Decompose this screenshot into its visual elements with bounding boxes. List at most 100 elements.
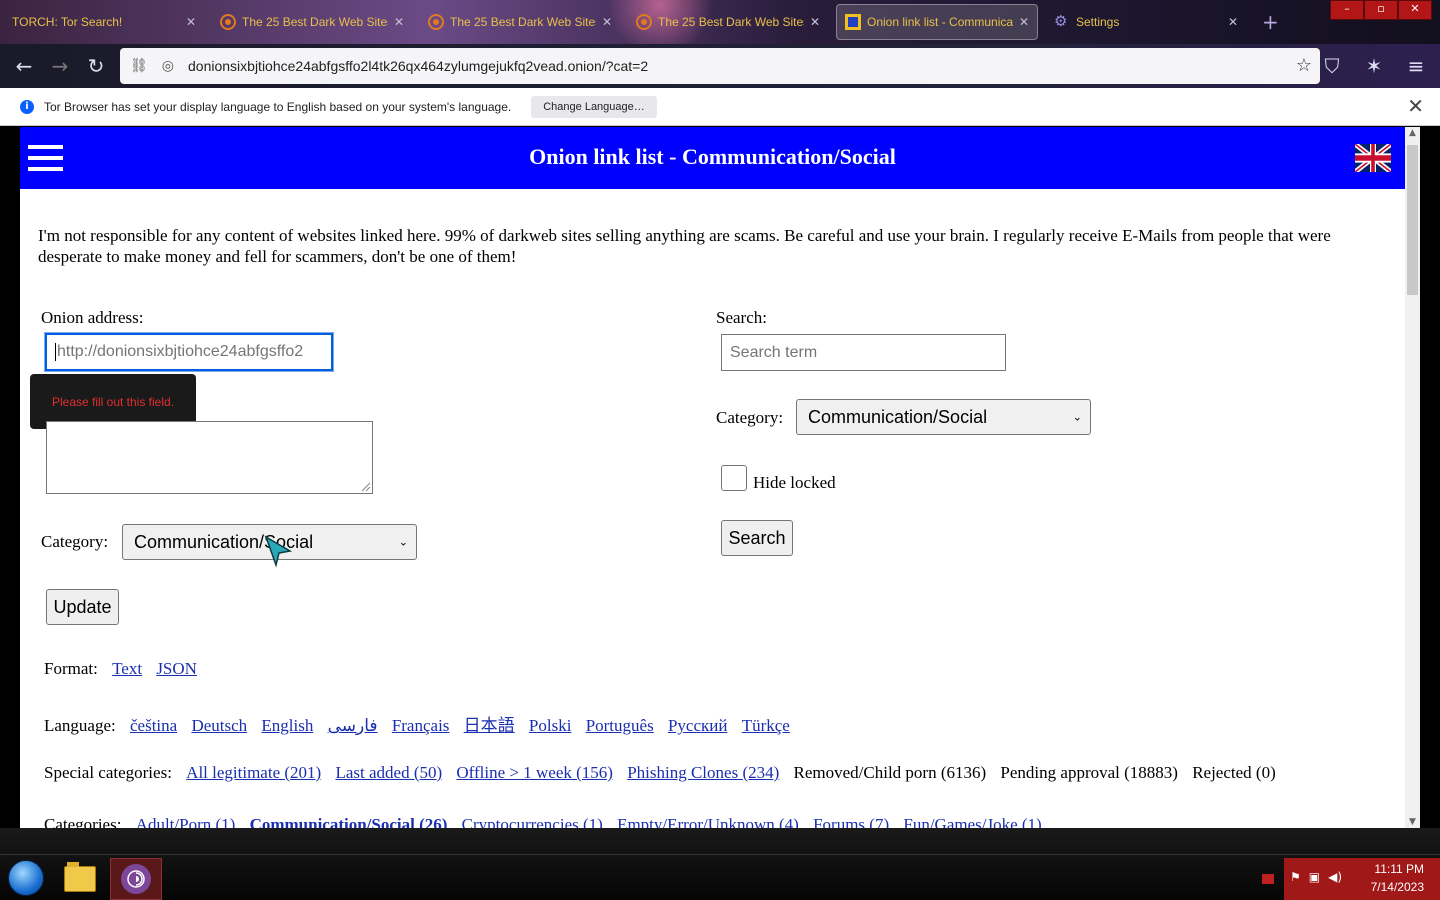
language-link[interactable]: Türkçe (742, 716, 790, 735)
menu-icon[interactable]: ≡ (1398, 48, 1434, 84)
categories-row: Categories: Adult/Porn (1) Communication… (44, 815, 1042, 828)
category-link[interactable]: Forums (7) (813, 815, 889, 828)
system-tray: ⚑ ▣ ◀) 11:11 PM 7/14/2023 (1284, 858, 1440, 900)
special-category-text: Pending approval (18883) (1000, 763, 1178, 782)
special-category-link[interactable]: All legitimate (201) (186, 763, 321, 782)
onion-site-icon[interactable]: ◎ (162, 58, 174, 74)
special-category-link[interactable]: Phishing Clones (234) (627, 763, 779, 782)
scroll-up-icon[interactable]: ▲ (1405, 128, 1420, 138)
reload-icon[interactable]: ↻ (78, 48, 114, 84)
clock[interactable]: 11:11 PM 7/14/2023 (1371, 860, 1424, 896)
close-icon[interactable]: ✕ (1228, 15, 1238, 29)
back-arrow-icon[interactable]: ← (6, 48, 42, 84)
close-icon[interactable]: ✕ (602, 15, 612, 29)
tab-torch[interactable]: TORCH: Tor Search! ✕ (4, 4, 204, 40)
minimize-button[interactable]: – (1330, 0, 1364, 20)
language-label: Language: (44, 716, 116, 735)
category-link[interactable]: Empty/Error/Unknown (4) (617, 815, 799, 828)
format-row: Format: Text JSON (44, 659, 197, 679)
search-input[interactable]: Search term (721, 334, 1006, 371)
language-link[interactable]: Deutsch (191, 716, 247, 735)
onion-list-favicon-icon (845, 14, 861, 30)
close-icon[interactable]: ✕ (810, 15, 820, 29)
scroll-down-icon[interactable]: ▼ (1405, 817, 1420, 827)
tab-settings[interactable]: ⚙ Settings ✕ (1046, 4, 1246, 40)
category-link[interactable]: Fun/Games/Joke (1) (903, 815, 1041, 828)
clock-date: 7/14/2023 (1370, 880, 1424, 894)
page-header: Onion link list - Communication/Social (20, 127, 1405, 189)
search-button[interactable]: Search (721, 520, 793, 556)
maximize-button[interactable]: ▫ (1364, 0, 1398, 20)
category-link[interactable]: Cryptocurrencies (1) (462, 815, 603, 828)
volume-icon[interactable]: ◀) (1328, 870, 1342, 884)
language-link[interactable]: Français (392, 716, 450, 735)
tor-circuit-icon[interactable]: ⛓ (130, 58, 148, 74)
close-icon[interactable]: ✕ (1019, 15, 1029, 29)
special-category-text: Removed/Child porn (6136) (793, 763, 987, 782)
uk-flag-icon[interactable] (1355, 144, 1391, 172)
tab-dark-web-3[interactable]: The 25 Best Dark Web Sites ✕ (628, 4, 828, 40)
tray-overflow-icon[interactable] (1262, 874, 1274, 884)
close-icon[interactable]: ✕ (1407, 94, 1424, 118)
tab-title: Settings (1076, 15, 1120, 29)
onion-address-label: Onion address: (41, 308, 144, 327)
special-category-text: Rejected (0) (1192, 763, 1276, 782)
tab-dark-web-2[interactable]: The 25 Best Dark Web Sites ✕ (420, 4, 620, 40)
info-icon: i (20, 99, 34, 114)
window-close-button[interactable]: ✕ (1398, 0, 1432, 20)
start-button[interactable] (8, 860, 44, 896)
search-placeholder: Search term (730, 343, 818, 361)
language-link[interactable]: 日本語 (464, 716, 515, 735)
shield-icon[interactable]: ⛉ (1314, 48, 1350, 84)
bookmark-star-icon[interactable]: ☆ (1296, 55, 1312, 76)
language-link[interactable]: Русский (668, 716, 728, 735)
tor-browser-taskbar-button[interactable] (110, 858, 162, 900)
special-category-link[interactable]: Offline > 1 week (156) (456, 763, 613, 782)
search-category-select[interactable]: Communication/Social ⌄ (796, 399, 1091, 435)
resize-grip-icon[interactable] (361, 482, 371, 492)
new-tab-icon[interactable]: + (1262, 10, 1279, 34)
format-link-json[interactable]: JSON (156, 659, 197, 678)
url-bar[interactable]: ⛓ ◎ donionsixbjtiohce24abfgsffo2l4tk26qx… (120, 48, 1320, 84)
scrollbar-thumb[interactable] (1407, 145, 1418, 295)
hide-locked-label[interactable]: Hide locked (753, 473, 836, 493)
special-categories-row: Special categories: All legitimate (201)… (44, 763, 1276, 783)
page-scrollbar[interactable]: ▲ ▼ (1405, 127, 1420, 828)
category-link[interactable]: Adult/Porn (1) (136, 815, 236, 828)
select-value: Communication/Social (808, 406, 988, 427)
language-link[interactable]: فارسی (328, 716, 378, 735)
category-link-current[interactable]: Communication/Social (26) (250, 815, 448, 828)
language-link[interactable]: English (261, 716, 313, 735)
description-textarea[interactable] (46, 421, 373, 494)
new-identity-icon[interactable]: ✶ (1356, 48, 1392, 84)
tab-title: Onion link list - Communica (867, 15, 1013, 29)
page: Onion link list - Communication/Social I… (20, 127, 1405, 828)
network-icon[interactable]: ▣ (1309, 870, 1320, 884)
tab-title: The 25 Best Dark Web Sites (242, 15, 388, 29)
mouse-cursor-icon (264, 535, 293, 568)
url-text[interactable]: donionsixbjtiohce24abfgsffo2l4tk26qx464z… (188, 58, 648, 74)
change-language-button[interactable]: Change Language… (531, 95, 657, 118)
format-link-text[interactable]: Text (112, 659, 142, 678)
onion-address-input[interactable]: http://donionsixbjtiohce24abfgsffo2 (44, 332, 334, 372)
language-link[interactable]: Polski (529, 716, 572, 735)
navigation-toolbar: ← → ↻ ⛓ ◎ donionsixbjtiohce24abfgsffo2l4… (0, 44, 1440, 88)
language-link[interactable]: Português (586, 716, 654, 735)
language-link[interactable]: čeština (130, 716, 177, 735)
language-row: Language: čeština Deutsch English فارسی … (44, 711, 790, 736)
tab-title: The 25 Best Dark Web Sites (658, 15, 804, 29)
hide-locked-checkbox[interactable] (721, 465, 747, 491)
page-viewport: Onion link list - Communication/Social I… (0, 127, 1440, 828)
file-explorer-button[interactable] (54, 858, 106, 900)
close-icon[interactable]: ✕ (186, 15, 196, 29)
flag-icon[interactable]: ⚑ (1290, 870, 1301, 884)
tab-dark-web-1[interactable]: The 25 Best Dark Web Sites ✕ (212, 4, 412, 40)
update-button[interactable]: Update (46, 589, 119, 625)
site-favicon-icon (428, 14, 444, 30)
chevron-down-icon: ⌄ (398, 536, 408, 549)
site-favicon-icon (220, 14, 236, 30)
tab-onion-link-list[interactable]: Onion link list - Communica ✕ (836, 4, 1038, 40)
special-category-link[interactable]: Last added (50) (335, 763, 442, 782)
forward-arrow-icon[interactable]: → (42, 48, 78, 84)
close-icon[interactable]: ✕ (394, 15, 404, 29)
